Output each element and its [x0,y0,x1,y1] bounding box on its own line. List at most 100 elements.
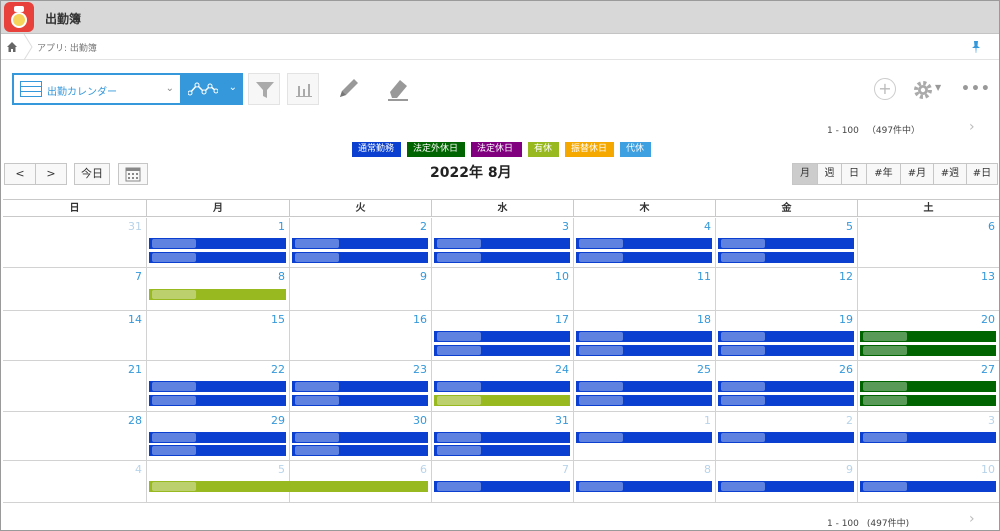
day-number[interactable]: 4 [135,463,142,476]
event-bar[interactable] [860,345,996,356]
view-mode-button[interactable]: #年 [866,163,901,185]
day-number[interactable]: 20 [981,313,995,326]
pin-icon[interactable] [971,41,981,53]
day-number[interactable]: 14 [128,313,142,326]
day-number[interactable]: 18 [697,313,711,326]
day-number[interactable]: 1 [278,220,285,233]
event-bar[interactable] [718,238,854,249]
event-bar[interactable] [149,432,286,443]
day-number[interactable]: 30 [413,414,427,427]
day-number[interactable]: 6 [988,220,995,233]
day-number[interactable]: 2 [846,414,853,427]
day-number[interactable]: 4 [704,220,711,233]
event-bar[interactable] [576,432,712,443]
pager-next-icon[interactable]: › [969,119,975,135]
filter-button[interactable] [248,73,280,105]
calendar-day-cell[interactable]: 7 [3,268,146,310]
calendar-day-cell[interactable]: 16 [289,311,431,360]
view-mode-button[interactable]: #月 [900,163,934,185]
date-picker-button[interactable] [118,163,148,185]
calendar-day-cell[interactable]: 28 [3,412,146,460]
day-number[interactable]: 6 [420,463,427,476]
event-bar[interactable] [860,481,996,492]
day-number[interactable]: 26 [839,363,853,376]
event-bar[interactable] [576,381,712,392]
event-bar[interactable] [149,252,286,263]
day-number[interactable]: 13 [981,270,995,283]
day-number[interactable]: 17 [555,313,569,326]
day-number[interactable]: 7 [135,270,142,283]
calendar-day-cell[interactable]: 15 [146,311,289,360]
today-button[interactable]: 今日 [74,163,110,185]
event-bar[interactable] [718,395,854,406]
event-bar[interactable] [718,432,854,443]
event-bar[interactable] [149,481,428,492]
event-bar[interactable] [718,381,854,392]
event-bar[interactable] [434,432,570,443]
view-mode-button[interactable]: #週 [933,163,967,185]
event-bar[interactable] [292,381,428,392]
event-bar[interactable] [434,331,570,342]
pager-next-icon[interactable]: › [969,511,975,527]
gear-icon[interactable] [912,79,934,101]
day-number[interactable]: 3 [988,414,995,427]
event-bar[interactable] [718,345,854,356]
day-number[interactable]: 10 [555,270,569,283]
event-bar[interactable] [718,481,854,492]
event-bar[interactable] [149,289,286,300]
day-number[interactable]: 9 [846,463,853,476]
event-bar[interactable] [292,445,428,456]
calendar-day-cell[interactable]: 31 [3,218,146,267]
day-number[interactable]: 1 [704,414,711,427]
event-bar[interactable] [434,481,570,492]
day-number[interactable]: 21 [128,363,142,376]
event-bar[interactable] [292,432,428,443]
calendar-day-cell[interactable]: 12 [715,268,857,310]
add-record-button[interactable]: + [874,78,896,100]
day-number[interactable]: 5 [846,220,853,233]
eraser-icon[interactable] [384,75,412,103]
day-number[interactable]: 31 [128,220,142,233]
day-number[interactable]: 29 [271,414,285,427]
prev-month-button[interactable]: < [4,163,36,185]
event-bar[interactable] [718,331,854,342]
event-bar[interactable] [860,395,996,406]
event-bar[interactable] [149,381,286,392]
event-bar[interactable] [576,395,712,406]
calendar-day-cell[interactable]: 6 [857,218,999,267]
event-bar[interactable] [576,252,712,263]
day-number[interactable]: 12 [839,270,853,283]
event-bar[interactable] [576,331,712,342]
day-number[interactable]: 8 [704,463,711,476]
chart-button[interactable] [287,73,319,105]
event-bar[interactable] [434,238,570,249]
day-number[interactable]: 27 [981,363,995,376]
event-bar[interactable] [434,345,570,356]
day-number[interactable]: 15 [271,313,285,326]
event-bar[interactable] [149,395,286,406]
event-bar[interactable] [576,481,712,492]
event-bar[interactable] [860,432,996,443]
calendar-day-cell[interactable]: 14 [3,311,146,360]
home-icon[interactable] [7,42,17,52]
calendar-day-cell[interactable]: 4 [3,461,146,502]
event-bar[interactable] [292,238,428,249]
event-bar[interactable] [860,331,996,342]
view-mode-button[interactable]: #日 [966,163,998,185]
day-number[interactable]: 22 [271,363,285,376]
day-number[interactable]: 10 [981,463,995,476]
event-bar[interactable] [149,445,286,456]
day-number[interactable]: 19 [839,313,853,326]
day-number[interactable]: 5 [278,463,285,476]
day-number[interactable]: 25 [697,363,711,376]
view-mode-button[interactable]: 日 [841,163,867,185]
day-number[interactable]: 9 [420,270,427,283]
more-options-icon[interactable]: ••• [961,81,991,97]
calendar-day-cell[interactable]: 11 [573,268,715,310]
day-number[interactable]: 24 [555,363,569,376]
breadcrumb-app-link[interactable]: アプリ: 出勤簿 [37,41,97,54]
day-number[interactable]: 23 [413,363,427,376]
pencil-icon[interactable] [335,75,363,103]
event-bar[interactable] [434,395,570,406]
event-bar[interactable] [292,252,428,263]
